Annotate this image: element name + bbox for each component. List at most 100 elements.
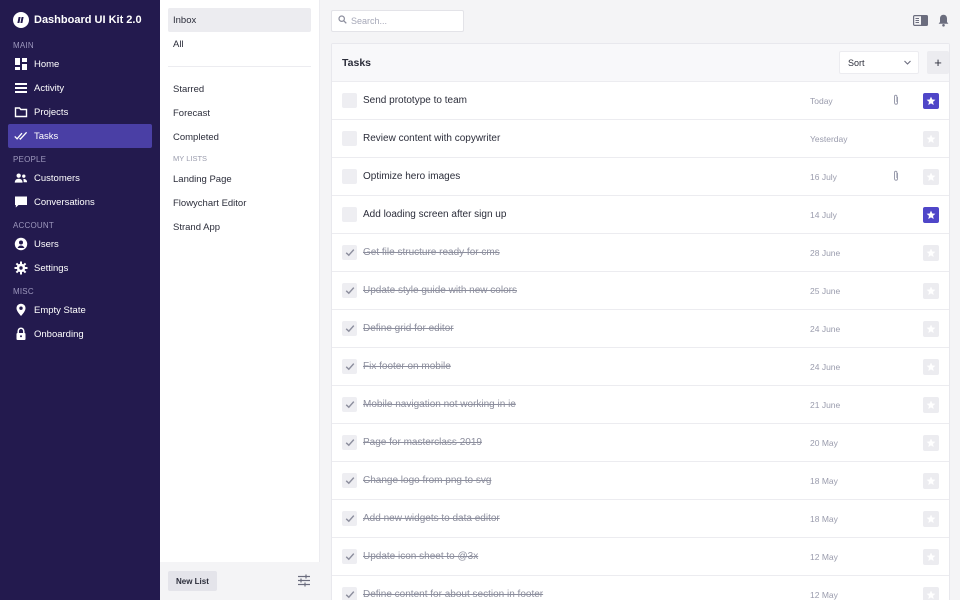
- star-icon: [926, 210, 936, 219]
- panel-layout-icon[interactable]: [913, 15, 929, 29]
- star-toggle[interactable]: [923, 473, 939, 489]
- task-checkbox-checked[interactable]: [342, 435, 357, 450]
- star-icon: [926, 248, 936, 257]
- task-row[interactable]: Change logo from png to svg 18 May: [332, 462, 949, 500]
- sort-dropdown[interactable]: Sort: [839, 51, 919, 74]
- task-name: Change logo from png to svg: [363, 475, 492, 486]
- task-checkbox-checked[interactable]: [342, 359, 357, 374]
- nav-section-label: MISC: [13, 287, 34, 296]
- star-icon: [926, 590, 936, 599]
- star-toggle[interactable]: [923, 549, 939, 565]
- bell-icon[interactable]: [938, 14, 949, 30]
- task-name: Add loading screen after sign up: [363, 209, 507, 220]
- task-row[interactable]: Define grid for editor 24 June: [332, 310, 949, 348]
- new-list-button[interactable]: New List: [168, 571, 217, 591]
- nav-item-tasks[interactable]: Tasks: [8, 124, 152, 148]
- checkmark-icon: [345, 401, 354, 409]
- task-name: Define grid for editor: [363, 323, 454, 334]
- nav-item-projects[interactable]: Projects: [8, 100, 152, 124]
- task-checkbox[interactable]: [342, 169, 357, 184]
- paperclip-icon[interactable]: [892, 94, 900, 109]
- list-item-landing-page[interactable]: Landing Page: [168, 167, 311, 191]
- task-checkbox-checked[interactable]: [342, 397, 357, 412]
- task-row[interactable]: Fix footer on mobile 24 June: [332, 348, 949, 386]
- task-row[interactable]: Get file structure ready for cms 28 June: [332, 234, 949, 272]
- task-date: 14 July: [810, 210, 837, 220]
- star-toggle[interactable]: [923, 321, 939, 337]
- task-row[interactable]: Mobile navigation not working in ie 21 Ju…: [332, 386, 949, 424]
- search-input[interactable]: [351, 16, 451, 26]
- task-checkbox-checked[interactable]: [342, 511, 357, 526]
- task-name: Page for masterclass 2019: [363, 437, 482, 448]
- list-item-forecast[interactable]: Forecast: [168, 101, 311, 125]
- task-row[interactable]: Send prototype to team Today: [332, 82, 949, 120]
- search-box[interactable]: [331, 10, 464, 32]
- task-row[interactable]: Add new widgets to data editor 18 May: [332, 500, 949, 538]
- star-icon: [926, 438, 936, 447]
- star-toggle[interactable]: [923, 511, 939, 527]
- task-row[interactable]: Define content for about section in foot…: [332, 576, 949, 600]
- nav-item-onboarding[interactable]: Onboarding: [8, 322, 152, 346]
- nav-item-customers[interactable]: Customers: [8, 166, 152, 190]
- list-item-strand-app[interactable]: Strand App: [168, 215, 311, 239]
- nav-item-home[interactable]: Home: [8, 52, 152, 76]
- nav-item-users[interactable]: Users: [8, 232, 152, 256]
- star-toggle[interactable]: [923, 587, 939, 600]
- star-toggle[interactable]: [923, 359, 939, 375]
- paperclip-icon[interactable]: [892, 170, 900, 185]
- list-item-all[interactable]: All: [168, 32, 311, 56]
- list-item-starred[interactable]: Starred: [168, 77, 311, 101]
- task-date: 20 May: [810, 438, 838, 448]
- task-checkbox-checked[interactable]: [342, 549, 357, 564]
- nav-item-empty-state[interactable]: Empty State: [8, 298, 152, 322]
- add-task-button[interactable]: +: [927, 51, 949, 74]
- checkmark-icon: [345, 515, 354, 523]
- star-toggle[interactable]: [923, 207, 939, 223]
- star-toggle[interactable]: [923, 435, 939, 451]
- task-checkbox-checked[interactable]: [342, 587, 357, 600]
- lists-panel: Inbox All Starred Forecast Completed MY LIS…: [160, 0, 320, 600]
- checkmark-icon: [345, 363, 354, 371]
- task-checkbox-checked[interactable]: [342, 283, 357, 298]
- task-row[interactable]: Update icon sheet to @3x 12 May: [332, 538, 949, 576]
- task-checkbox-checked[interactable]: [342, 245, 357, 260]
- star-toggle[interactable]: [923, 169, 939, 185]
- task-row[interactable]: Review content with copywriter Yesterday: [332, 120, 949, 158]
- task-checkbox-checked[interactable]: [342, 473, 357, 488]
- task-checkbox[interactable]: [342, 131, 357, 146]
- task-row[interactable]: Update style guide with new colors 25 Jun…: [332, 272, 949, 310]
- double-check-icon: [14, 129, 28, 143]
- nav-item-conversations[interactable]: Conversations: [8, 190, 152, 214]
- list-item-flowychart-editor[interactable]: Flowychart Editor: [168, 191, 311, 215]
- list-item-inbox[interactable]: Inbox: [168, 8, 311, 32]
- main-area: Tasks Sort + Send prototype to team Today…: [320, 0, 960, 600]
- list-item-completed[interactable]: Completed: [168, 125, 311, 149]
- task-checkbox[interactable]: [342, 207, 357, 222]
- nav-section-label: ACCOUNT: [13, 221, 54, 230]
- top-actions: [903, 14, 949, 30]
- star-toggle[interactable]: [923, 397, 939, 413]
- nav-item-label: Tasks: [34, 130, 59, 142]
- star-icon: [926, 134, 936, 143]
- nav-item-settings[interactable]: Settings: [8, 256, 152, 280]
- checkmark-icon: [345, 287, 354, 295]
- task-date: 16 July: [810, 172, 837, 182]
- star-toggle[interactable]: [923, 131, 939, 147]
- task-date: 28 June: [810, 248, 841, 258]
- star-toggle[interactable]: [923, 93, 939, 109]
- brand[interactable]: Dashboard UI Kit 2.0: [0, 0, 160, 40]
- task-checkbox-checked[interactable]: [342, 321, 357, 336]
- task-name: Fix footer on mobile: [363, 361, 451, 372]
- star-toggle[interactable]: [923, 245, 939, 261]
- lists-divider: [168, 66, 311, 67]
- nav-item-activity[interactable]: Activity: [8, 76, 152, 100]
- task-checkbox[interactable]: [342, 93, 357, 108]
- checkmark-icon: [345, 325, 354, 333]
- task-row[interactable]: Optimize hero images 16 July: [332, 158, 949, 196]
- sliders-filter-icon[interactable]: [297, 574, 311, 590]
- task-row[interactable]: Page for masterclass 2019 20 May: [332, 424, 949, 462]
- star-icon: [926, 362, 936, 371]
- task-row[interactable]: Add loading screen after sign up 14 July: [332, 196, 949, 234]
- task-date: Yesterday: [810, 134, 848, 144]
- star-toggle[interactable]: [923, 283, 939, 299]
